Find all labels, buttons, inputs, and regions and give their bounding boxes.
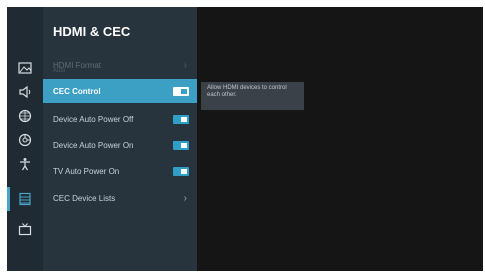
menu-item-label: CEC Control: [53, 86, 101, 96]
network-icon[interactable]: [13, 105, 37, 127]
active-category-indicator: [7, 187, 10, 211]
menu-item-label: TV Auto Power On: [53, 166, 120, 176]
menu-item-tv-auto-power-on[interactable]: TV Auto Power On: [43, 159, 197, 183]
menu-title: HDMI & CEC: [53, 24, 131, 39]
menu-item-value: Auto: [53, 68, 66, 74]
help-tooltip: Allow HDMI devices to control each other…: [201, 82, 304, 110]
tv-icon[interactable]: [13, 218, 37, 240]
menu-item-label: CEC Device Lists: [53, 193, 116, 203]
device-auto-power-on-toggle[interactable]: [173, 140, 189, 150]
cec-control-toggle[interactable]: [173, 86, 189, 96]
menu-item-hdmi-format[interactable]: HDMI Format Auto ›: [43, 53, 197, 77]
menu-item-label: Device Auto Power On: [53, 140, 134, 150]
menu-item-cec-control[interactable]: CEC Control: [43, 79, 197, 103]
menu-item-cec-device-lists[interactable]: CEC Device Lists ›: [43, 186, 197, 210]
chevron-right-icon: ›: [183, 59, 187, 71]
settings-category-rail: [7, 7, 43, 271]
tv-auto-power-on-toggle[interactable]: [173, 166, 189, 176]
device-auto-power-off-toggle[interactable]: [173, 114, 189, 124]
system-icon[interactable]: [13, 188, 37, 210]
chevron-right-icon: ›: [183, 192, 187, 204]
accessibility-icon[interactable]: [13, 153, 37, 175]
tv-settings-screen: HDMI & CEC HDMI Format Auto › CEC Contro…: [7, 7, 483, 271]
sound-icon[interactable]: [13, 81, 37, 103]
menu-item-device-auto-power-on[interactable]: Device Auto Power On: [43, 133, 197, 157]
picture-icon[interactable]: [13, 57, 37, 79]
channel-icon[interactable]: [13, 129, 37, 151]
menu-item-device-auto-power-off[interactable]: Device Auto Power Off: [43, 107, 197, 131]
menu-item-label: Device Auto Power Off: [53, 114, 134, 124]
hdmi-cec-menu: HDMI & CEC HDMI Format Auto › CEC Contro…: [43, 7, 197, 271]
